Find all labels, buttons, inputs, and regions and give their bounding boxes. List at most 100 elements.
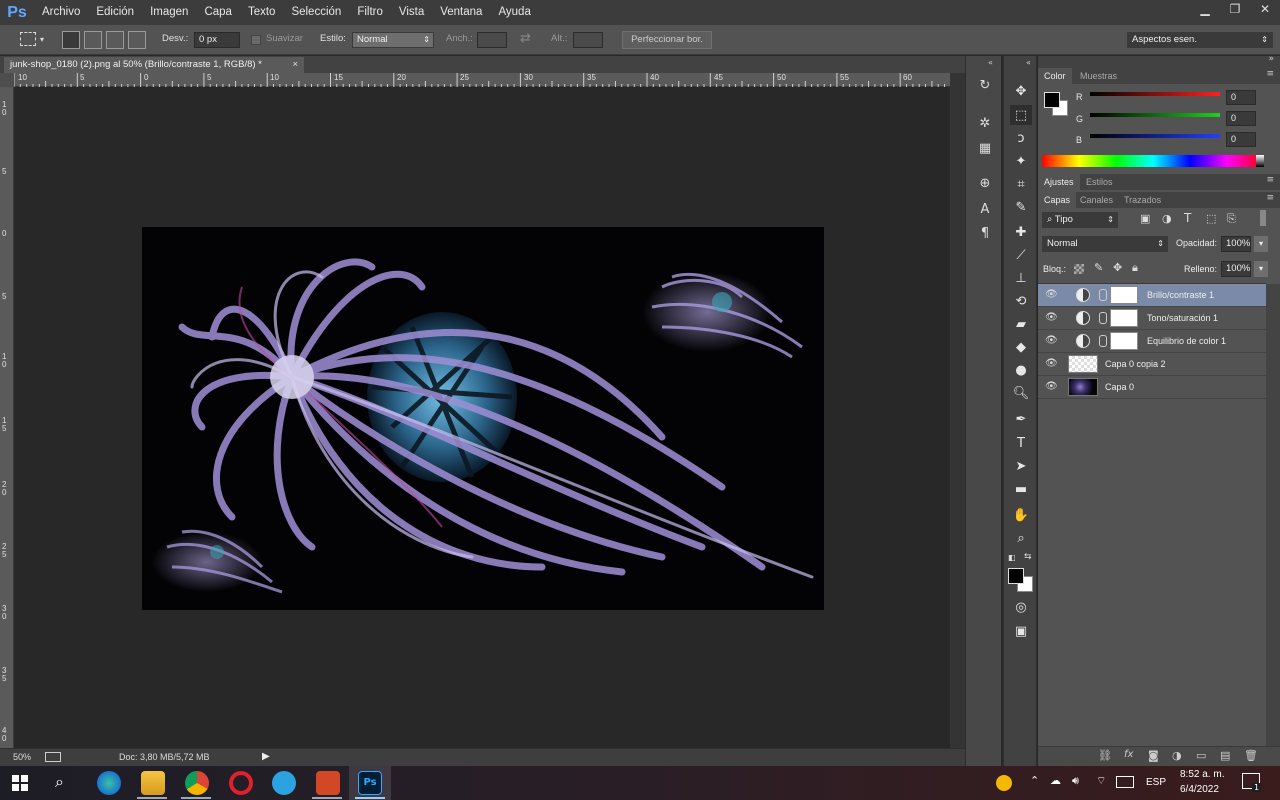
rectangle-tool-icon[interactable]: ▬ xyxy=(1010,479,1032,499)
layer-row[interactable]: 👁︎ Capa 0 copia 2 xyxy=(1038,353,1266,376)
menu-ventana[interactable]: Ventana xyxy=(432,0,490,25)
layer-filter-select[interactable]: ⌕ Tipo ⇕ xyxy=(1042,212,1118,228)
vertical-scrollbar[interactable] xyxy=(950,73,965,748)
layer-row[interactable]: 👁︎ Tono/saturación 1 xyxy=(1038,307,1266,330)
color-panel-foreground-swatch[interactable] xyxy=(1044,92,1060,108)
screen-mode-icon[interactable]: ▣ xyxy=(1010,621,1032,641)
type-tool-icon[interactable]: T xyxy=(1010,433,1032,453)
marquee-tool-preset-icon[interactable] xyxy=(20,32,36,46)
file-explorer-icon[interactable] xyxy=(141,771,165,795)
filter-type-icon[interactable]: T xyxy=(1184,211,1191,225)
layers-scrollbar[interactable] xyxy=(1266,284,1280,746)
collapse-icon[interactable]: » xyxy=(1268,54,1274,64)
panel-menu-icon[interactable]: ≡ xyxy=(1266,175,1274,185)
layer-name[interactable]: Brillo/contraste 1 xyxy=(1147,290,1214,300)
search-icon[interactable]: ⌕ xyxy=(55,772,64,792)
style-select[interactable]: Normal ⇕ xyxy=(352,32,434,48)
move-tool-icon[interactable]: ✥ xyxy=(1010,81,1032,101)
menu-ayuda[interactable]: Ayuda xyxy=(490,0,538,25)
eraser-tool-icon[interactable]: ▰ xyxy=(1010,314,1032,334)
tab-estilos[interactable]: Estilos xyxy=(1080,174,1119,190)
layer-row[interactable]: 👁︎ Capa 0 xyxy=(1038,376,1266,399)
chrome-browser-icon[interactable] xyxy=(185,771,209,795)
tab-ajustes[interactable]: Ajustes xyxy=(1038,174,1080,190)
brush-tool-icon[interactable]: ⟋ xyxy=(1010,245,1032,265)
layer-mask-thumbnail[interactable] xyxy=(1110,309,1138,327)
filter-adjustment-icon[interactable]: ◑ xyxy=(1162,212,1172,225)
opacity-input[interactable]: 100% xyxy=(1221,236,1251,252)
eye-icon[interactable]: 👁︎ xyxy=(1045,312,1058,324)
channel-b-slider[interactable] xyxy=(1090,134,1220,138)
layer-row[interactable]: 👁︎ Brillo/contraste 1 xyxy=(1038,284,1266,307)
workspace-select[interactable]: Aspectos esen. ⇕ xyxy=(1127,32,1273,48)
pen-tool-icon[interactable]: ✒ xyxy=(1010,409,1032,429)
layer-thumbnail[interactable] xyxy=(1068,355,1098,373)
play-arrow-icon[interactable]: ▶ xyxy=(262,751,270,762)
path-selection-tool-icon[interactable]: ➤ xyxy=(1010,456,1032,476)
refine-edge-button[interactable]: Perfeccionar bor. xyxy=(622,31,712,49)
tab-muestras[interactable]: Muestras xyxy=(1074,68,1123,84)
ruler-left[interactable]: 1 0 5 0 5 1 0 1 5 2 0 2 5 3 0 3 5 4 0 xyxy=(0,87,14,748)
brush-presets-icon[interactable]: ▦ xyxy=(975,141,995,159)
photoshop-taskbar-button[interactable]: Ps xyxy=(349,766,391,800)
layer-name[interactable]: Capa 0 xyxy=(1105,382,1134,392)
chevron-down-icon[interactable]: ▾ xyxy=(1254,261,1268,277)
ruler-top[interactable]: 10 5 0 5 10 15 20 25 30 35 40 45 50 55 6… xyxy=(14,73,950,87)
menu-seleccion[interactable]: Selección xyxy=(283,0,349,25)
restore-icon[interactable]: ❐ xyxy=(1220,0,1250,20)
panel-menu-icon[interactable]: ≡ xyxy=(1266,69,1274,79)
trash-icon[interactable]: 🗑︎ xyxy=(1244,749,1258,762)
lock-position-icon[interactable]: ✥ xyxy=(1113,261,1122,274)
channel-b-value[interactable]: 0 xyxy=(1226,132,1256,147)
filter-smart-object-icon[interactable]: ⎘ xyxy=(1227,212,1236,226)
crop-tool-icon[interactable]: ⌗ xyxy=(1010,174,1032,194)
filter-shape-icon[interactable]: ⬚ xyxy=(1206,212,1216,225)
windows-start-icon[interactable] xyxy=(12,775,28,791)
menu-vista[interactable]: Vista xyxy=(391,0,432,25)
add-mask-icon[interactable]: ◙ xyxy=(1148,749,1159,762)
feather-input[interactable]: 0 px xyxy=(194,32,240,48)
lock-pixels-icon[interactable]: ✎ xyxy=(1094,261,1103,274)
height-input[interactable] xyxy=(573,32,603,48)
proof-icon[interactable] xyxy=(45,752,61,762)
default-colors-icon[interactable]: ◧ xyxy=(1008,553,1016,562)
paint-bucket-tool-icon[interactable]: ◆ xyxy=(1010,337,1032,357)
subtract-selection-icon[interactable] xyxy=(106,31,124,49)
menu-imagen[interactable]: Imagen xyxy=(142,0,196,25)
eyedropper-tool-icon[interactable]: ✎ xyxy=(1010,197,1032,217)
dodge-tool-icon[interactable]: 🔍︎ xyxy=(1010,383,1032,403)
filter-toggle[interactable] xyxy=(1260,210,1266,226)
collapse-icon[interactable]: « xyxy=(988,58,993,67)
fx-icon[interactable]: fx xyxy=(1124,749,1133,760)
document-tab[interactable]: junk-shop_0180 (2).png al 50% (Brillo/co… xyxy=(4,57,304,73)
channel-g-slider[interactable] xyxy=(1090,113,1220,117)
layer-name[interactable]: Capa 0 copia 2 xyxy=(1105,359,1166,369)
history-brush-tool-icon[interactable]: ⟲ xyxy=(1010,291,1032,311)
menu-texto[interactable]: Texto xyxy=(240,0,284,25)
network-icon[interactable]: ⌔ xyxy=(1096,774,1106,788)
filter-pixel-icon[interactable]: ▣ xyxy=(1140,212,1150,225)
color-spectrum-bar[interactable] xyxy=(1042,155,1264,167)
clone-source-icon[interactable]: ⊕ xyxy=(975,176,995,194)
tab-capas[interactable]: Capas xyxy=(1038,192,1077,208)
tab-canales[interactable]: Canales xyxy=(1074,192,1119,208)
close-tab-icon[interactable]: × xyxy=(292,57,298,73)
clock-date[interactable]: 6/4/2022 xyxy=(1180,784,1219,795)
lasso-tool-icon[interactable]: ↄ xyxy=(1010,128,1032,148)
layer-name[interactable]: Tono/saturación 1 xyxy=(1147,313,1218,323)
history-icon[interactable]: ↻ xyxy=(975,78,995,96)
brush-settings-icon[interactable]: ✲ xyxy=(975,116,995,134)
edge-browser-icon[interactable] xyxy=(97,771,121,795)
layer-name[interactable]: Equilibrio de color 1 xyxy=(1147,336,1226,346)
rectangular-marquee-tool-icon[interactable]: ⬚ xyxy=(1010,105,1032,125)
new-layer-icon[interactable]: ▤ xyxy=(1220,749,1230,762)
add-selection-icon[interactable] xyxy=(84,31,102,49)
menu-filtro[interactable]: Filtro xyxy=(349,0,391,25)
tab-trazados[interactable]: Trazados xyxy=(1118,192,1167,208)
cloud-icon[interactable]: ☁ xyxy=(1050,774,1061,787)
layer-mask-thumbnail[interactable] xyxy=(1110,332,1138,350)
eye-icon[interactable]: 👁︎ xyxy=(1045,335,1058,347)
quick-mask-icon[interactable]: ◎ xyxy=(1010,597,1032,617)
hand-tool-icon[interactable]: ✋ xyxy=(1010,505,1032,525)
collapse-icon[interactable]: « xyxy=(1026,58,1031,67)
